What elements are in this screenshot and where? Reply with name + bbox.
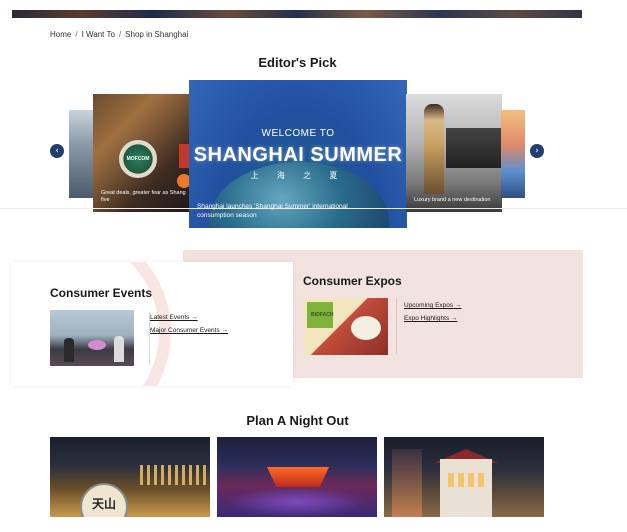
carousel-slide-far-left[interactable] xyxy=(69,110,94,198)
breadcrumb-separator: / xyxy=(75,30,78,39)
top-banner-strip xyxy=(12,10,582,18)
decor-balloon xyxy=(88,340,106,350)
lit-windows xyxy=(448,473,484,487)
night-out-card-street[interactable]: 天山 xyxy=(50,437,210,517)
latest-events-link[interactable]: Latest Events → xyxy=(150,314,198,321)
person-figure xyxy=(64,338,74,362)
expo-highlights-link[interactable]: Expo Highlights → xyxy=(404,315,457,322)
decor-red-panel xyxy=(179,144,189,168)
vertical-divider xyxy=(396,298,397,354)
china-pavilion-image xyxy=(267,467,329,487)
breadcrumb-separator: / xyxy=(118,30,122,39)
consumer-events-card: Consumer Events Latest Events → Major Co… xyxy=(11,262,293,386)
decor-glow xyxy=(227,487,367,517)
carousel-slide-left[interactable]: MOFCOM Great deals, greater fear as Shan… xyxy=(93,94,191,212)
side-building xyxy=(392,449,422,517)
consumer-events-thumbnail[interactable] xyxy=(50,310,134,366)
street-lights xyxy=(140,465,206,485)
carousel-slide-caption: Great deals, greater fear as Shang five xyxy=(101,189,186,203)
slide-welcome-text: WELCOME TO xyxy=(261,128,335,139)
decor-circle xyxy=(351,316,381,340)
section-divider xyxy=(0,208,627,209)
carousel-slide-far-right[interactable] xyxy=(501,110,525,198)
upcoming-expos-link[interactable]: Upcoming Expos → xyxy=(404,302,461,309)
plan-night-out-title: Plan A Night Out xyxy=(246,413,349,428)
audience-image xyxy=(446,128,502,168)
slide-headline: SHANGHAI SUMMER xyxy=(193,144,403,166)
breadcrumb-i-want-to[interactable]: I Want To xyxy=(82,30,115,39)
house-facade xyxy=(440,459,492,517)
night-out-card-expo-park[interactable] xyxy=(217,437,377,517)
breadcrumb-home[interactable]: Home xyxy=(50,30,71,39)
consumer-events-title: Consumer Events xyxy=(50,286,153,300)
mofcom-badge-icon: MOFCOM xyxy=(119,140,157,178)
expo-thumb-text: BIOFACH xyxy=(311,312,334,318)
consumer-expos-thumbnail[interactable]: BIOFACH xyxy=(303,298,388,355)
carousel-slide-caption: Luxury brand a new destination xyxy=(414,196,491,203)
editors-pick-carousel: MOFCOM Great deals, greater fear as Shan… xyxy=(0,78,627,228)
editors-pick-title: Editor's Pick xyxy=(258,55,337,70)
carousel-slide-caption: Shanghai launches 'Shanghai Summer' inte… xyxy=(197,203,348,219)
major-consumer-events-link[interactable]: Major Consumer Events → xyxy=(150,327,228,334)
slide-chinese-text: 上 海 之 夏 xyxy=(250,171,346,180)
runway-model-image xyxy=(424,104,444,194)
carousel-slide-right[interactable]: Luxury brand a new destination xyxy=(406,94,502,212)
person-figure xyxy=(114,336,124,362)
night-out-card-old-town[interactable] xyxy=(384,437,544,517)
breadcrumb-current: Shop in Shanghai xyxy=(125,30,189,39)
chevron-left-icon[interactable]: ‹ xyxy=(50,144,64,158)
carousel-slide-center[interactable]: WELCOME TO SHANGHAI SUMMER 上 海 之 夏 Shang… xyxy=(189,80,407,228)
consumer-expos-title: Consumer Expos xyxy=(303,274,402,288)
shop-sign-image: 天山 xyxy=(80,483,128,517)
chevron-right-icon[interactable]: › xyxy=(530,144,544,158)
breadcrumb: Home / I Want To / Shop in Shanghai xyxy=(50,30,188,39)
